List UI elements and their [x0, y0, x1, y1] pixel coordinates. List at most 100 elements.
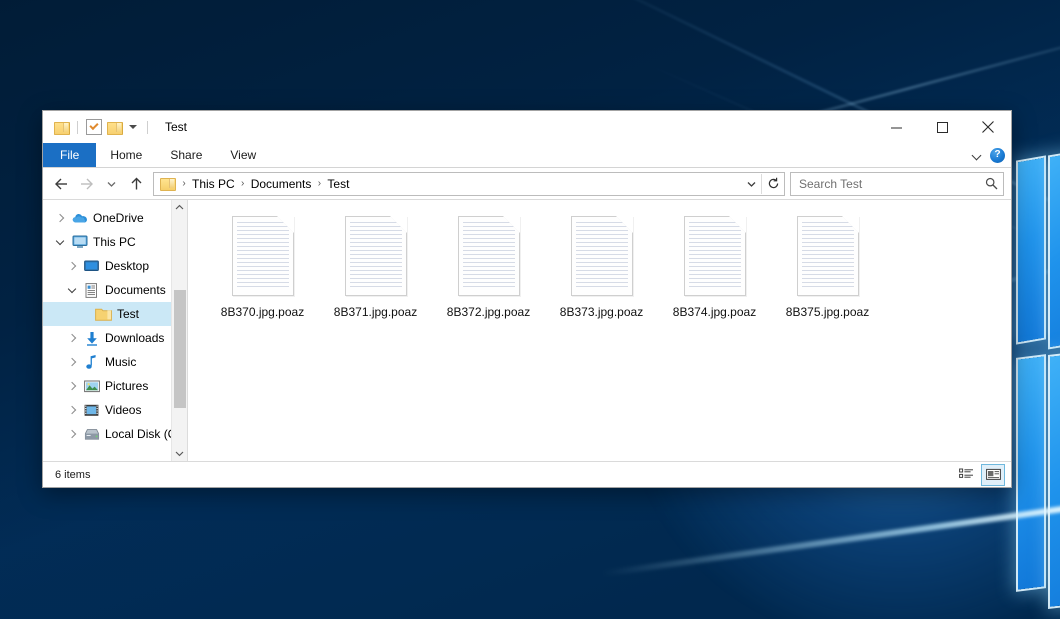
file-item[interactable]: 8B371.jpg.poaz	[319, 212, 432, 344]
search-box[interactable]: Search Test	[790, 172, 1004, 196]
file-name-label: 8B372.jpg.poaz	[447, 305, 530, 319]
sidebar-scrollbar[interactable]	[171, 200, 187, 461]
sidebar-item-downloads[interactable]: Downloads	[43, 326, 187, 350]
refresh-button[interactable]	[761, 174, 784, 194]
help-icon[interactable]: ?	[990, 148, 1005, 163]
up-arrow-icon	[129, 177, 144, 191]
details-view-button[interactable]	[954, 464, 978, 486]
breadcrumb-separator: ›	[236, 178, 250, 189]
collapse-chevron-icon[interactable]	[63, 278, 81, 302]
address-dropdown-button[interactable]	[742, 174, 761, 194]
forward-arrow-icon	[79, 177, 94, 191]
recent-locations-button[interactable]	[99, 172, 123, 196]
close-button[interactable]	[965, 111, 1011, 143]
file-item[interactable]: 8B370.jpg.poaz	[206, 212, 319, 344]
file-item[interactable]: 8B374.jpg.poaz	[658, 212, 771, 344]
windows-logo-pane	[1050, 347, 1060, 606]
windows-logo-pane	[1050, 143, 1060, 347]
file-name-label: 8B373.jpg.poaz	[560, 305, 643, 319]
expand-chevron-icon[interactable]	[63, 350, 81, 374]
chevron-up-icon[interactable]	[172, 200, 187, 215]
close-icon	[982, 121, 994, 133]
search-icon[interactable]	[985, 177, 998, 190]
window-title: Test	[165, 120, 187, 134]
sidebar-item-music[interactable]: Music	[43, 350, 187, 374]
search-input[interactable]: Search Test	[799, 177, 985, 191]
chevron-down-icon[interactable]	[172, 446, 187, 461]
sidebar-item-label: Documents	[102, 283, 166, 297]
ribbon-right-controls: ?	[973, 143, 1005, 167]
refresh-icon	[767, 177, 780, 190]
up-button[interactable]	[124, 172, 148, 196]
sidebar-item-local-disk-c[interactable]: Local Disk (C:)	[43, 422, 187, 446]
file-item[interactable]: 8B373.jpg.poaz	[545, 212, 658, 344]
tab-file[interactable]: File	[43, 143, 96, 167]
new-folder-icon[interactable]	[107, 121, 122, 134]
windows-logo-pane	[1018, 356, 1044, 589]
address-bar[interactable]: › This PC › Documents › Test	[153, 172, 785, 196]
collapse-chevron-icon[interactable]	[51, 230, 69, 254]
file-list-pane[interactable]: 8B370.jpg.poaz 8B371.jpg.poaz 8B372.jpg.…	[188, 200, 1011, 461]
large-icons-view-icon	[986, 468, 1001, 481]
minimize-button[interactable]	[873, 111, 919, 143]
back-button[interactable]	[49, 172, 73, 196]
expand-chevron-icon[interactable]	[51, 206, 69, 230]
desktop-icon	[81, 260, 102, 273]
chevron-down-icon[interactable]	[129, 125, 137, 129]
file-name-label: 8B375.jpg.poaz	[786, 305, 869, 319]
folder-icon[interactable]	[54, 121, 69, 134]
sidebar-item-documents[interactable]: Documents	[43, 278, 187, 302]
window-controls	[873, 111, 1011, 143]
downloads-arrow-icon	[81, 331, 102, 346]
toolbar-divider	[77, 121, 78, 134]
breadcrumb: › This PC › Documents › Test	[154, 177, 742, 191]
file-item[interactable]: 8B375.jpg.poaz	[771, 212, 884, 344]
breadcrumb-separator: ›	[177, 178, 191, 189]
breadcrumb-item-documents[interactable]: Documents	[250, 177, 313, 191]
sidebar-item-desktop[interactable]: Desktop	[43, 254, 187, 278]
expand-chevron-icon[interactable]	[63, 254, 81, 278]
sidebar-item-label: OneDrive	[90, 211, 144, 225]
large-icons-view-button[interactable]	[981, 464, 1005, 486]
generic-document-icon	[232, 216, 294, 296]
view-toggle-group	[954, 464, 1005, 486]
expand-chevron-icon[interactable]	[63, 398, 81, 422]
file-name-label: 8B370.jpg.poaz	[221, 305, 304, 319]
toolbar-divider	[147, 121, 148, 134]
sidebar-item-pictures[interactable]: Pictures	[43, 374, 187, 398]
folder-icon[interactable]	[160, 178, 175, 190]
tab-home[interactable]: Home	[96, 143, 156, 167]
file-item[interactable]: 8B372.jpg.poaz	[432, 212, 545, 344]
file-name-label: 8B371.jpg.poaz	[334, 305, 417, 319]
sidebar-item-label: Desktop	[102, 259, 149, 273]
forward-button[interactable]	[74, 172, 98, 196]
documents-icon	[81, 283, 102, 298]
properties-checkbox-icon[interactable]	[86, 119, 102, 135]
onedrive-cloud-icon	[69, 212, 90, 224]
expand-chevron-icon[interactable]	[63, 326, 81, 350]
folder-icon	[93, 307, 114, 321]
videos-film-icon	[81, 404, 102, 417]
sidebar-item-label: Downloads	[102, 331, 164, 345]
maximize-button[interactable]	[919, 111, 965, 143]
sidebar-item-label: This PC	[90, 235, 136, 249]
sidebar-item-onedrive[interactable]: OneDrive	[43, 206, 187, 230]
sidebar-item-this-pc[interactable]: This PC	[43, 230, 187, 254]
chevron-down-icon[interactable]	[973, 151, 982, 160]
tab-share[interactable]: Share	[156, 143, 216, 167]
this-pc-monitor-icon	[69, 235, 90, 249]
generic-document-icon	[684, 216, 746, 296]
sidebar-item-label: Test	[114, 307, 139, 321]
windows-logo-pane	[1018, 158, 1044, 343]
sidebar-item-videos[interactable]: Videos	[43, 398, 187, 422]
scrollbar-thumb[interactable]	[174, 290, 186, 408]
back-arrow-icon	[54, 177, 69, 191]
expand-chevron-icon[interactable]	[63, 374, 81, 398]
file-explorer-window: Test File Home Share	[42, 110, 1012, 488]
breadcrumb-item-test[interactable]: Test	[326, 177, 350, 191]
breadcrumb-item-this-pc[interactable]: This PC	[191, 177, 236, 191]
ribbon-tab-strip: File Home Share View ?	[43, 143, 1011, 168]
tab-view[interactable]: View	[216, 143, 270, 167]
expand-chevron-icon[interactable]	[63, 422, 81, 446]
sidebar-item-test[interactable]: Test	[43, 302, 187, 326]
